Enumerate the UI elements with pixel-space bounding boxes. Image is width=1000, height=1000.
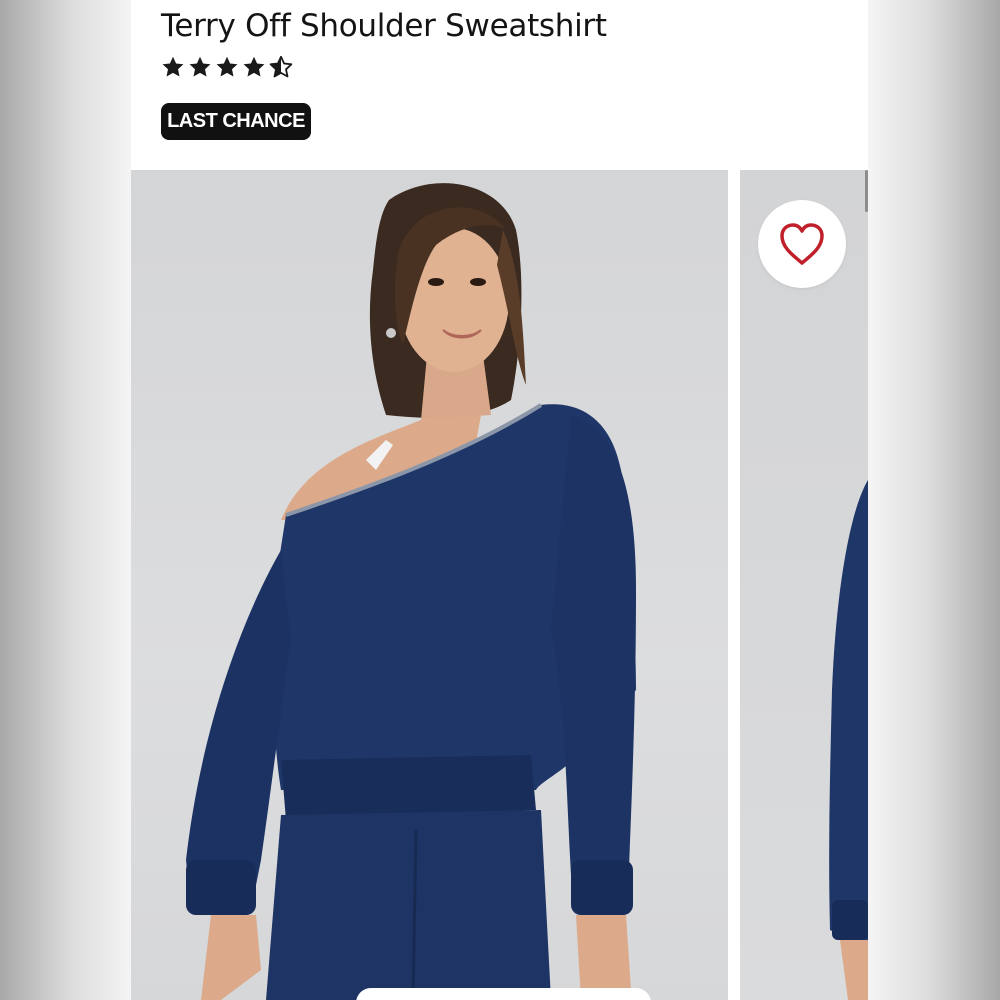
star-icon xyxy=(162,56,184,77)
rating-stars[interactable] xyxy=(161,55,293,79)
favorite-button[interactable] xyxy=(758,200,846,288)
product-page: Terry Off Shoulder Sweatshirt LAST CHANC… xyxy=(131,0,868,1000)
next-photo-illustration xyxy=(829,480,868,1000)
star-icon xyxy=(216,56,238,77)
heart-outline-icon xyxy=(780,223,824,265)
model-photo-illustration xyxy=(186,183,636,1000)
last-chance-badge: LAST CHANCE xyxy=(161,103,311,140)
product-title: Terry Off Shoulder Sweatshirt xyxy=(161,8,607,44)
star-icon xyxy=(243,56,265,77)
product-photo-main[interactable] xyxy=(131,170,728,1000)
image-carousel[interactable] xyxy=(131,170,868,1000)
gallery-scrollbar[interactable] xyxy=(865,170,868,212)
star-icon xyxy=(189,56,211,77)
product-header: Terry Off Shoulder Sweatshirt LAST CHANC… xyxy=(131,0,868,170)
star-half-icon xyxy=(269,55,293,78)
product-photo-next[interactable] xyxy=(740,170,868,1000)
bottom-sheet-handle[interactable] xyxy=(356,988,651,1000)
